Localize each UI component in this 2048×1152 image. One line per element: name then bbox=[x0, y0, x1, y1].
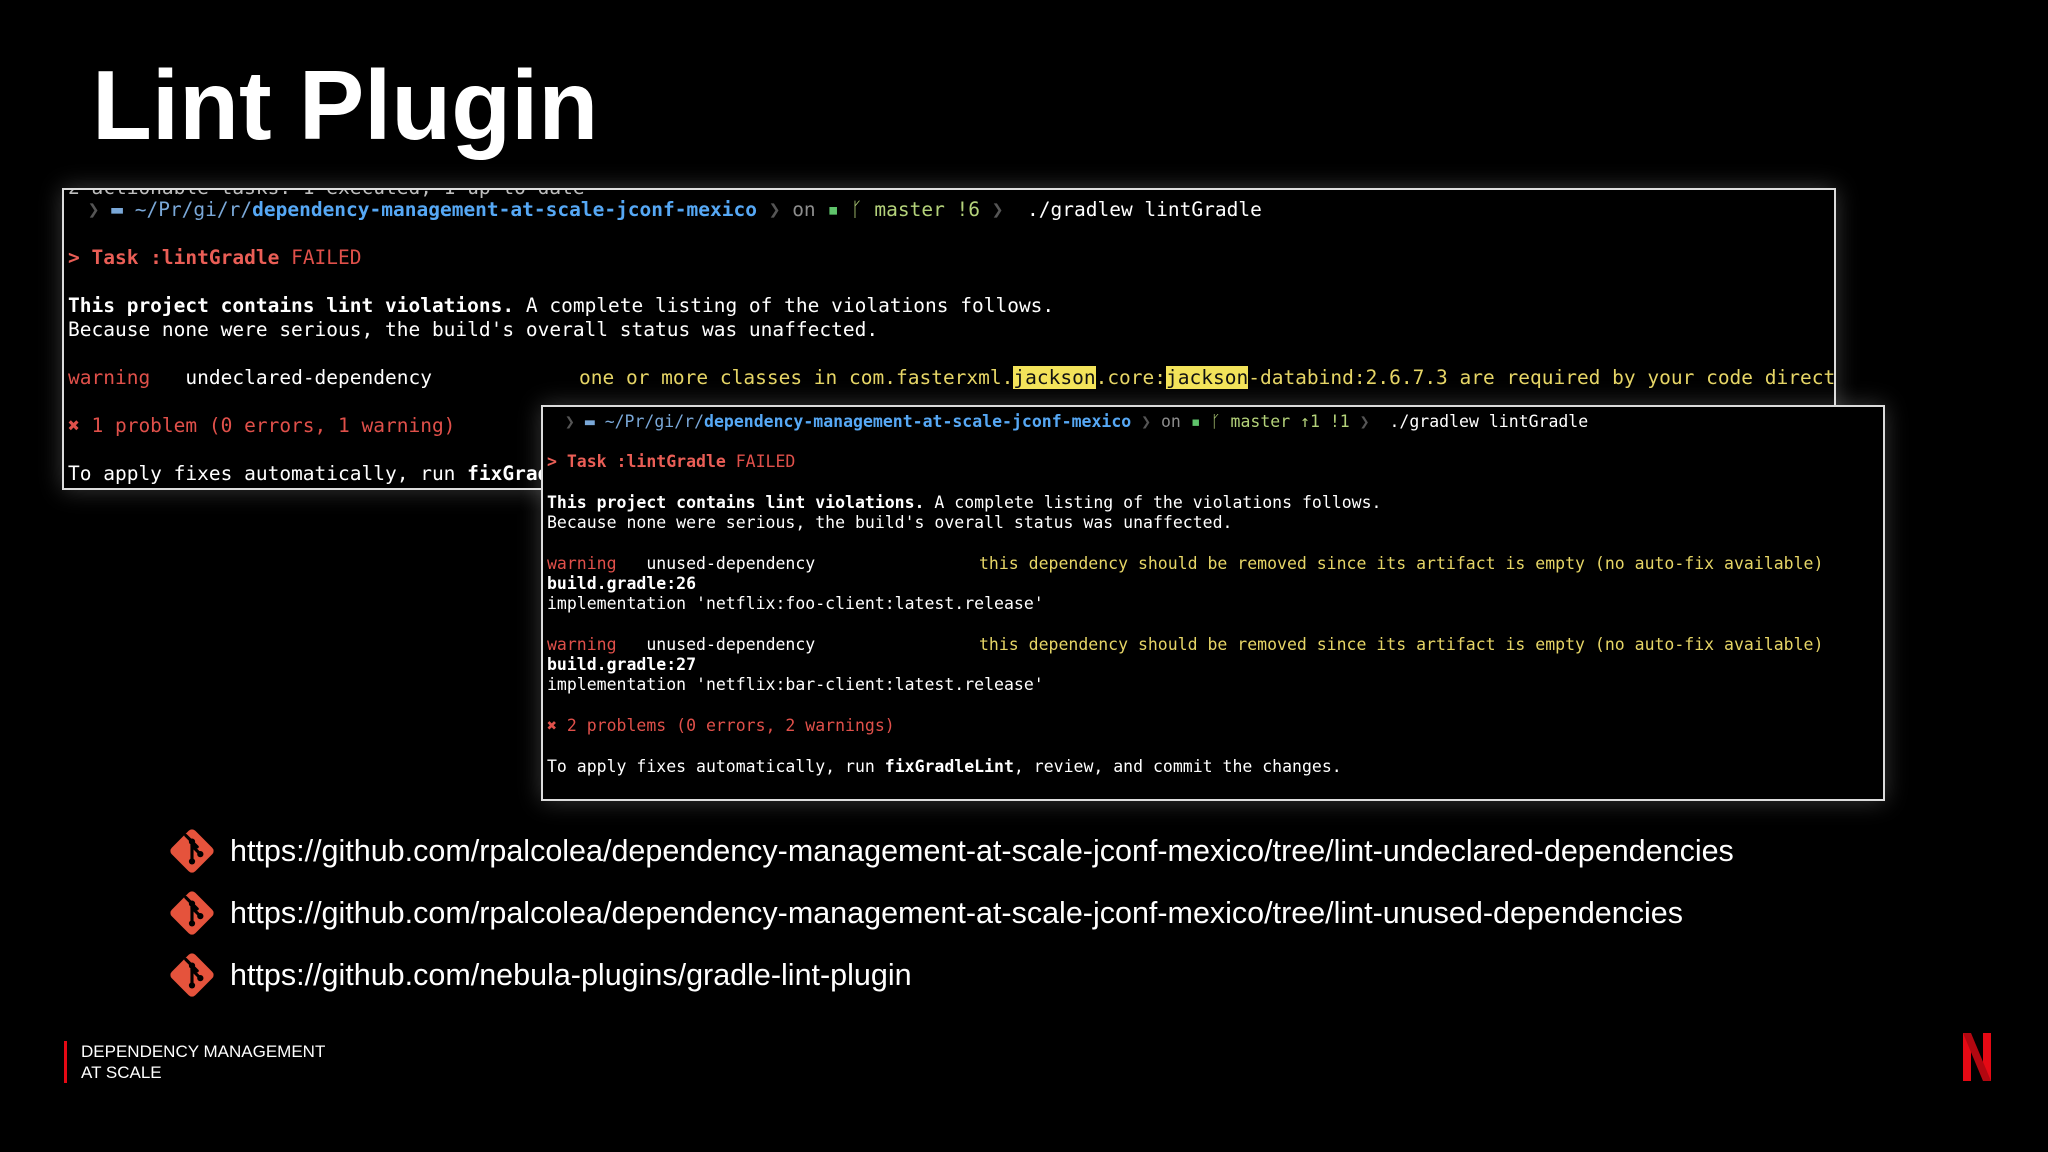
link-item[interactable]: https://github.com/rpalcolea/dependency-… bbox=[166, 826, 1734, 876]
link-undeclared[interactable]: https://github.com/rpalcolea/dependency-… bbox=[230, 834, 1734, 869]
task-status: FAILED bbox=[291, 246, 362, 269]
prompt-branch: master ↑1 !1 bbox=[1230, 412, 1350, 431]
warning-code: implementation 'netflix:foo-client:lates… bbox=[547, 594, 1044, 613]
link-gradle-lint-plugin[interactable]: https://github.com/nebula-plugins/gradle… bbox=[230, 958, 912, 993]
warning-label: warning bbox=[547, 635, 617, 654]
prompt-command[interactable]: ./gradlew lintGradle bbox=[1390, 412, 1589, 431]
prompt-path: ~/Pr/gi/r/ bbox=[134, 198, 253, 221]
task-status: FAILED bbox=[735, 452, 796, 471]
folder-icon: ▬ bbox=[584, 412, 605, 431]
prompt-on: on bbox=[1161, 412, 1181, 431]
link-unused[interactable]: https://github.com/rpalcolea/dependency-… bbox=[230, 896, 1683, 931]
problem-summary: ✖ 1 problem (0 errors, 1 warning) bbox=[68, 414, 456, 437]
link-item[interactable]: https://github.com/nebula-plugins/gradle… bbox=[166, 950, 912, 1000]
netflix-n-logo bbox=[1963, 1033, 1991, 1081]
warning-rule: unused-dependency bbox=[646, 554, 816, 573]
prompt-command[interactable]: ./gradlew lintGradle bbox=[1027, 198, 1262, 221]
warning-label: warning bbox=[68, 366, 151, 389]
git-logo-icon bbox=[170, 891, 214, 935]
serious-line: Because none were serious, the build's o… bbox=[547, 513, 1233, 532]
prompt-branch: master !6 bbox=[874, 198, 981, 221]
serious-line: Because none were serious, the build's o… bbox=[68, 318, 879, 341]
link-item[interactable]: https://github.com/rpalcolea/dependency-… bbox=[166, 888, 1683, 938]
terminal-prompt: ❯ ▬ ~/Pr/gi/r/dependency-management-at-s… bbox=[76, 198, 1262, 221]
warning-row: warning unused-dependency this dependency… bbox=[547, 554, 1823, 573]
warning-row: warning unused-dependency this dependency… bbox=[547, 635, 1823, 654]
footer-line-2: AT SCALE bbox=[81, 1063, 162, 1082]
problem-summary: ✖ 2 problems (0 errors, 2 warnings) bbox=[547, 716, 895, 735]
warning-location: build.gradle:27 bbox=[547, 655, 697, 674]
slide-title: Lint Plugin bbox=[92, 50, 599, 160]
git-logo-icon bbox=[170, 829, 214, 873]
warning-row: warning undeclared-dependency one or more… bbox=[68, 366, 1834, 389]
git-logo-icon bbox=[170, 953, 214, 997]
task-line: > Task :lintGradle FAILED bbox=[68, 246, 362, 269]
warning-message: this dependency should be removed since … bbox=[979, 635, 1824, 654]
terminal-window-unused: ❯ ▬ ~/Pr/gi/r/dependency-management-at-s… bbox=[541, 405, 1885, 801]
footer-line-1: DEPENDENCY MANAGEMENT bbox=[81, 1042, 326, 1061]
terminal-prompt: ❯ ▬ ~/Pr/gi/r/dependency-management-at-s… bbox=[555, 412, 1589, 431]
prompt-repo: dependency-management-at-scale-jconf-mex… bbox=[704, 412, 1132, 431]
warning-code: implementation 'netflix:bar-client:lates… bbox=[547, 675, 1044, 694]
gradle-icon: ▪ bbox=[827, 198, 840, 221]
violations-line: This project contains lint violations. A… bbox=[68, 294, 1055, 317]
task-line: > Task :lintGradle FAILED bbox=[547, 452, 796, 471]
fix-hint: To apply fixes automatically, run fixGra… bbox=[68, 462, 562, 485]
violations-line: This project contains lint violations. A… bbox=[547, 493, 1382, 512]
warning-rule: undeclared-dependency bbox=[185, 366, 432, 389]
warning-rule: unused-dependency bbox=[646, 635, 816, 654]
warning-message: this dependency should be removed since … bbox=[979, 554, 1824, 573]
fix-hint: To apply fixes automatically, run fixGra… bbox=[547, 757, 1342, 776]
footer-brand: DEPENDENCY MANAGEMENT AT SCALE bbox=[64, 1041, 325, 1083]
git-branch-icon: ᚴ bbox=[1210, 412, 1221, 431]
prompt-repo: dependency-management-at-scale-jconf-mex… bbox=[252, 198, 757, 221]
warning-label: warning bbox=[547, 554, 617, 573]
warning-location: build.gradle:26 bbox=[547, 574, 697, 593]
folder-icon: ▬ bbox=[111, 198, 135, 221]
prompt-on: on bbox=[792, 198, 816, 221]
warning-message: one or more classes in com.fasterxml.jac… bbox=[579, 366, 1836, 389]
prompt-path: ~/Pr/gi/r/ bbox=[604, 412, 705, 431]
git-branch-icon: ᚴ bbox=[850, 198, 863, 221]
gradle-icon: ▪ bbox=[1190, 412, 1201, 431]
